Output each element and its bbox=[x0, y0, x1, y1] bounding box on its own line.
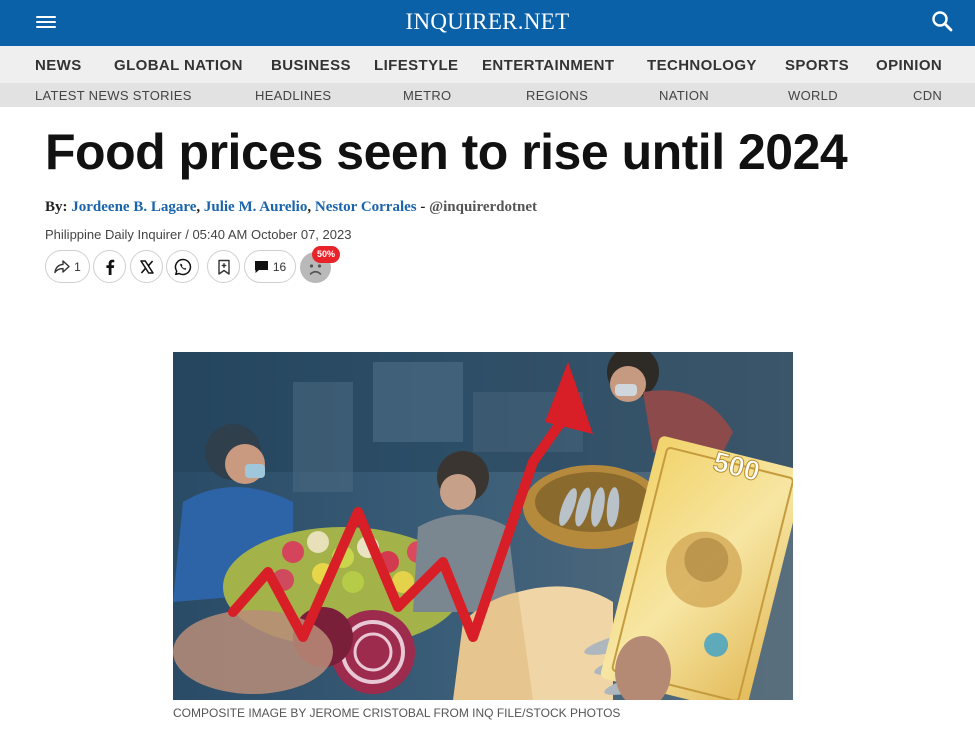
article-meta: Philippine Daily Inquirer / 05:40 AM Oct… bbox=[45, 227, 351, 242]
nav-news[interactable]: NEWS bbox=[35, 57, 82, 74]
twitter-handle[interactable]: @inquirerdotnet bbox=[429, 199, 537, 215]
nav-sports[interactable]: SPORTS bbox=[785, 57, 849, 74]
search-icon[interactable] bbox=[930, 9, 954, 33]
composite-image-illustration: 500 bbox=[173, 352, 793, 700]
publish-timestamp: 05:40 AM October 07, 2023 bbox=[192, 227, 352, 242]
share-arrow-icon bbox=[54, 259, 70, 273]
byline-separator: , bbox=[307, 199, 312, 215]
byline-dash: - bbox=[420, 199, 426, 215]
subnav-headlines[interactable]: HEADLINES bbox=[255, 88, 331, 103]
whatsapp-share-button[interactable] bbox=[166, 250, 199, 283]
comment-bubble-icon bbox=[254, 260, 268, 273]
x-share-button[interactable] bbox=[130, 250, 163, 283]
site-logo[interactable]: INQUIRER.NET bbox=[0, 9, 975, 35]
author-link[interactable]: Julie M. Aurelio bbox=[204, 199, 307, 215]
top-bar: INQUIRER.NET bbox=[0, 0, 975, 46]
subnav-regions[interactable]: REGIONS bbox=[526, 88, 588, 103]
subnav-world[interactable]: WORLD bbox=[788, 88, 838, 103]
facebook-icon bbox=[105, 259, 114, 275]
nav-global-nation[interactable]: GLOBAL NATION bbox=[114, 57, 243, 74]
author-link[interactable]: Nestor Corrales bbox=[315, 199, 417, 215]
comment-count: 16 bbox=[272, 259, 287, 274]
x-logo-icon bbox=[139, 259, 154, 274]
subnav-metro[interactable]: METRO bbox=[403, 88, 451, 103]
meta-separator: / bbox=[185, 227, 189, 242]
share-count: 1 bbox=[74, 259, 81, 274]
comments-button[interactable]: 16 bbox=[244, 250, 296, 283]
subnav-cdn[interactable]: CDN bbox=[913, 88, 942, 103]
bookmark-button[interactable] bbox=[207, 250, 240, 283]
secondary-nav: LATEST NEWS STORIES HEADLINES METRO REGI… bbox=[0, 83, 975, 107]
subnav-latest-news-stories[interactable]: LATEST NEWS STORIES bbox=[35, 88, 192, 103]
facebook-share-button[interactable] bbox=[93, 250, 126, 283]
nav-lifestyle[interactable]: LIFESTYLE bbox=[374, 57, 458, 74]
nav-opinion[interactable]: OPINION bbox=[876, 57, 942, 74]
image-caption: COMPOSITE IMAGE BY JEROME CRISTOBAL FROM… bbox=[173, 706, 621, 720]
subnav-nation[interactable]: NATION bbox=[659, 88, 709, 103]
publication-name: Philippine Daily Inquirer bbox=[45, 227, 182, 242]
nav-entertainment[interactable]: ENTERTAINMENT bbox=[482, 57, 614, 74]
bookmark-add-icon bbox=[217, 259, 230, 275]
article-title: Food prices seen to rise until 2024 bbox=[45, 124, 848, 180]
byline-separator: , bbox=[196, 199, 201, 215]
nav-technology[interactable]: TECHNOLOGY bbox=[647, 57, 757, 74]
share-button[interactable]: 1 bbox=[45, 250, 90, 283]
byline-prefix: By: bbox=[45, 199, 68, 215]
byline: By: Jordeene B. Lagare, Julie M. Aurelio… bbox=[45, 199, 537, 216]
primary-nav: NEWS GLOBAL NATION BUSINESS LIFESTYLE EN… bbox=[0, 46, 975, 83]
whatsapp-icon bbox=[174, 258, 191, 275]
nav-business[interactable]: BUSINESS bbox=[271, 57, 351, 74]
article-hero-image: 500 bbox=[173, 352, 793, 700]
author-link[interactable]: Jordeene B. Lagare bbox=[71, 199, 196, 215]
reaction-percent-badge: 50% bbox=[312, 246, 341, 263]
